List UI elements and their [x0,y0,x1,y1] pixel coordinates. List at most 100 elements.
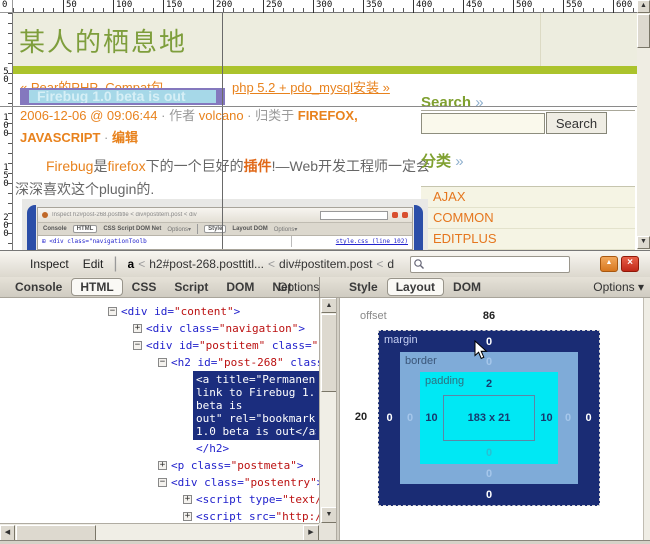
sidebar-search-heading: Search » [421,94,484,111]
sidebar-search-rule [421,110,635,111]
ruler-tick-label: 50 [63,0,77,13]
category-link-javascript[interactable]: JAVASCRIPT [20,130,100,145]
firebug-link[interactable]: Firebug [46,158,93,174]
collapse-icon[interactable]: − [158,358,167,367]
tree-node[interactable]: −<div id="postitem" class="post"> [0,337,319,354]
html-panel-vscrollbar[interactable]: ▲ ▼ [319,298,336,523]
layout-border-box[interactable]: border 0 0 padding 2 10 [400,352,578,484]
padding-top-value: 2 [486,378,492,390]
tab-style[interactable]: Style [340,278,387,296]
scroll-up-button[interactable]: ▲ [637,0,650,13]
scroll-down-button[interactable]: ▼ [321,507,337,523]
breadcrumb: a < h2#post-268.posttitl... < div#postitem.p… [128,257,408,271]
ruler-tick-label: 350 [363,0,382,13]
breadcrumb-node[interactable]: a [128,257,135,271]
post-date: 2006-12-06 @ 09:06:44 [20,108,158,123]
firefox-link[interactable]: firefox [107,158,145,174]
collapse-icon[interactable]: − [158,478,167,487]
category-item[interactable]: AJAX [421,187,635,208]
post-body-line1: Firebug是firefox下的一个巨好的插件!—Web开发工程师一定会 [20,156,430,176]
ruler-tick-label: 200 [0,214,12,238]
breadcrumb-node[interactable]: d [387,257,394,271]
html-panel-hscrollbar[interactable]: ◀ ▶ [0,523,319,540]
tree-node[interactable]: +<div class="navigation"> [0,320,319,337]
expand-icon[interactable]: + [133,324,142,333]
ruler-tick-label: 100 [113,0,132,13]
post-meta-line1: 2006-12-06 @ 09:06:44 · 作者 volcano · 归类于… [20,105,358,124]
ruler-tick-label: 500 [513,0,532,13]
tree-node[interactable]: −<h2 id="post-268" class="posttitle"> [0,354,319,371]
scrollbar-thumb[interactable] [16,525,96,541]
tab-dom[interactable]: DOM [444,278,490,296]
breadcrumb-separator: < [268,257,275,271]
mini-firebug-icon [42,212,48,218]
tab-script[interactable]: Script [165,278,217,296]
html-tree: −<div id="content">+<div class="navigati… [0,298,319,528]
scroll-left-button[interactable]: ◀ [0,525,15,541]
edit-button[interactable]: Edit [83,257,104,271]
breadcrumb-node[interactable]: div#postitem.post [279,257,372,271]
layout-content-box[interactable]: 183 x 21 [443,395,535,441]
scroll-up-button[interactable]: ▲ [321,298,337,313]
minimize-button[interactable]: ▲ [600,256,618,272]
ruler-tick-label: 150 [0,164,12,188]
tab-dom[interactable]: DOM [217,278,263,296]
tree-node[interactable]: −<div id="content"> [0,303,319,320]
tree-node[interactable]: +<p class="postmeta"> [0,457,319,474]
scroll-right-button[interactable]: ▶ [303,525,319,541]
site-title: 某人的栖息地 [19,22,187,59]
layout-offset-left-value: 20 [348,411,374,423]
close-button[interactable]: × [621,256,639,272]
selected-node[interactable]: <a title="Permanentlink to Firebug 1.0be… [193,371,319,440]
inspect-button[interactable]: Inspect [30,257,69,271]
tab-console[interactable]: Console [6,278,71,296]
thumbnail-mini-firebug: Inspect h2#post-268.posttitle < div#post… [37,207,413,250]
scrollbar-thumb[interactable] [637,14,650,48]
expand-icon[interactable]: + [183,495,192,504]
layout-padding-box[interactable]: padding 2 10 183 x 21 10 0 [420,372,558,464]
collapse-icon[interactable]: − [133,341,142,350]
page-scrollbar[interactable]: ▲ ▼ [637,0,650,250]
post-title-link[interactable]: Firebug 1.0 beta is out [29,90,216,103]
breadcrumb-separator: < [376,257,383,271]
padding-label: padding [425,375,464,387]
search-input[interactable] [421,113,545,134]
ruler-tick-label: 50 [0,68,12,84]
edit-link[interactable]: 编辑 [112,130,138,145]
breadcrumb-node[interactable]: h2#post-268.posttitl... [149,257,264,271]
sidebar-categories-heading: 分类 » [421,150,464,171]
thumbnail-window-curve-left [27,205,36,250]
padding-left-value: 10 [420,395,443,441]
border-bottom-value: 0 [486,468,492,480]
scroll-down-button[interactable]: ▼ [637,236,650,249]
tree-node[interactable]: −<div class="postentry"> [0,474,319,491]
right-options-menu[interactable]: Options ▾ [593,280,650,294]
category-item[interactable]: COMMON [421,208,635,229]
next-post-link[interactable]: php 5.2 + pdo_mysql安装 » [232,77,390,96]
margin-right-value: 0 [578,352,599,484]
search-button[interactable]: Search [546,112,607,134]
tab-html[interactable]: HTML [71,278,122,296]
firebug-search-input[interactable] [410,256,570,273]
expand-icon[interactable]: + [183,512,192,521]
tab-layout[interactable]: Layout [387,278,444,296]
post-body-line2: 深深喜欢这个plugin的. [15,179,154,199]
scrollbar-thumb[interactable] [321,314,337,392]
collapse-icon[interactable]: − [108,307,117,316]
firebug-search [410,256,570,273]
plugin-link[interactable]: 插件 [244,158,272,174]
firebug-right-tabs: StyleLayoutDOM [340,278,490,296]
firebug-right-tabs-wrap: StyleLayoutDOM Options ▾ [332,277,650,297]
tab-css[interactable]: CSS [123,278,166,296]
tree-node[interactable]: +<script type="text/javascript"> [0,491,319,508]
post-image-firebug-screenshot: Inspect h2#post-268.posttitle < div#post… [22,199,428,250]
expand-icon[interactable]: + [158,461,167,470]
ruler-tick-label: 400 [413,0,432,13]
ruler-tick-label: 300 [313,0,332,13]
category-link-firefox[interactable]: FIREFOX, [298,108,358,123]
ruler-tick-label: 250 [263,0,282,13]
category-item[interactable]: EDITPLUS [421,229,635,250]
tree-node[interactable]: </h2> [0,440,319,457]
category-list: AJAXCOMMONEDITPLUS [421,186,635,250]
mouse-cursor [474,340,490,360]
